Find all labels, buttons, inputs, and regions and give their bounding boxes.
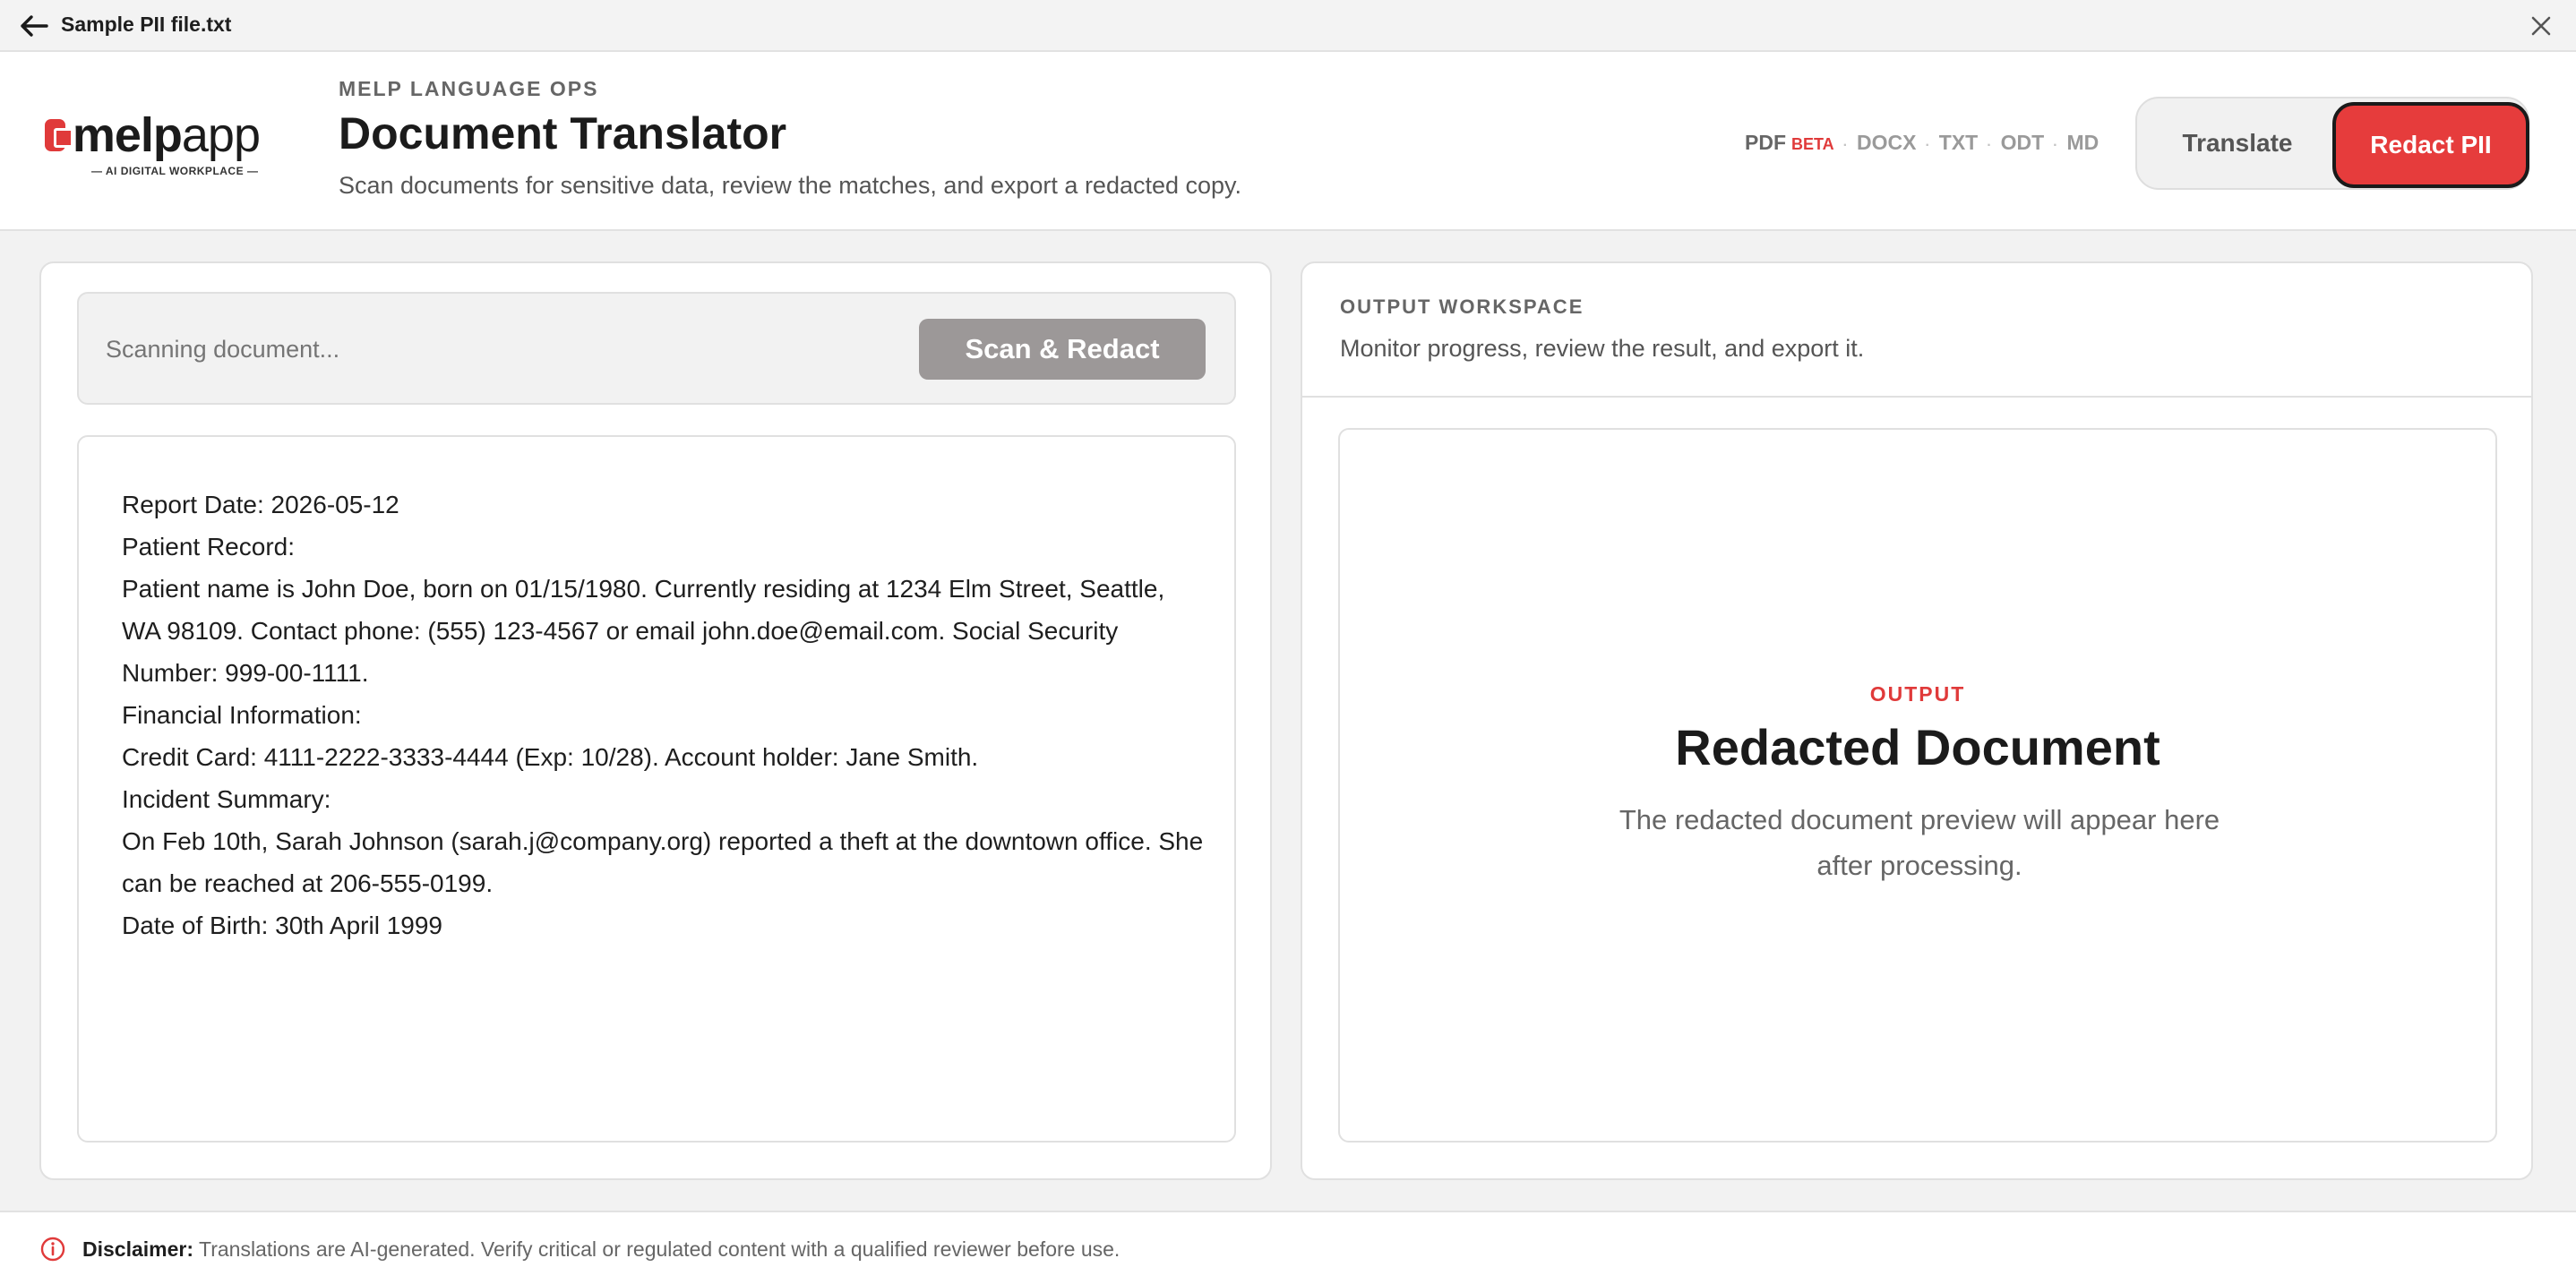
document-line: Credit Card: 4111-2222-3333-4444 (Exp: 1…: [122, 743, 979, 771]
page-subtitle: Scan documents for sensitive data, revie…: [339, 172, 1242, 199]
mode-switch: Translate Redact PII: [2135, 97, 2529, 190]
close-button[interactable]: [2526, 11, 2556, 41]
supported-formats: PDF BETA · DOCX · TXT · ODT · MD: [1745, 131, 2099, 155]
format-separator: ·: [2053, 138, 2058, 153]
logo-tagline: — AI DIGITAL WORKPLACE —: [91, 165, 259, 177]
document-line: Date of Birth: 30th April 1999: [122, 912, 442, 939]
app-header: melpapp — AI DIGITAL WORKPLACE — MELP LA…: [0, 52, 2576, 231]
scan-redact-button[interactable]: Scan & Redact: [919, 319, 1206, 380]
disclaimer-text: Disclaimer: Translations are AI-generate…: [82, 1237, 1120, 1262]
format-separator: ·: [1925, 138, 1930, 153]
logo-mark-icon: [45, 119, 73, 151]
document-line: Financial Information:: [122, 701, 362, 729]
output-preview: OUTPUT Redacted Document The redacted do…: [1338, 428, 2497, 1143]
window-titlebar: Sample PII file.txt: [0, 0, 2576, 52]
back-button[interactable]: [16, 11, 52, 41]
info-circle-icon: [40, 1237, 65, 1262]
format-docx: DOCX: [1857, 131, 1917, 154]
format-separator: ·: [1842, 138, 1848, 153]
scan-status-input[interactable]: [106, 321, 912, 378]
output-description: The redacted document preview will appea…: [1619, 804, 2220, 881]
output-workspace-panel: OUTPUT WORKSPACE Monitor progress, revie…: [1301, 261, 2533, 1180]
workspace-eyebrow: OUTPUT WORKSPACE: [1340, 295, 1584, 318]
format-pdf: PDF: [1745, 131, 1786, 154]
input-panel: Scan & Redact Report Date: 2026-05-12 Pa…: [39, 261, 1272, 1180]
translate-mode-button[interactable]: Translate: [2139, 100, 2336, 186]
document-line: Incident Summary:: [122, 785, 331, 813]
document-line: Report Date: 2026-05-12: [122, 491, 399, 518]
file-name: Sample PII file.txt: [61, 13, 232, 36]
document-line: Patient Record:: [122, 533, 295, 561]
close-icon: [2531, 16, 2551, 36]
header-eyebrow: MELP LANGUAGE OPS: [339, 77, 599, 100]
logo-text: melpapp: [72, 108, 261, 162]
page-title: Document Translator: [339, 108, 787, 158]
redact-pii-mode-button[interactable]: Redact PII: [2332, 102, 2529, 188]
document-line: Patient name is John Doe, born on 01/15/…: [122, 575, 1165, 687]
format-md: MD: [2066, 131, 2099, 154]
document-text-area[interactable]: Report Date: 2026-05-12 Patient Record: …: [77, 435, 1236, 1143]
output-title: Redacted Document: [1675, 719, 2160, 775]
workspace-header: OUTPUT WORKSPACE Monitor progress, revie…: [1302, 263, 2531, 398]
output-eyebrow: OUTPUT: [1869, 682, 1966, 706]
disclaimer-label: Disclaimer:: [82, 1237, 194, 1261]
format-separator: ·: [1987, 138, 1992, 153]
format-odt: ODT: [2000, 131, 2045, 154]
document-line: On Feb 10th, Sarah Johnson (sarah.j@comp…: [122, 827, 1204, 897]
melp-logo: melpapp — AI DIGITAL WORKPLACE —: [45, 108, 261, 183]
arrow-left-icon: [21, 15, 48, 37]
workspace-description: Monitor progress, review the result, and…: [1340, 335, 1865, 362]
document-content: Report Date: 2026-05-12 Patient Record: …: [122, 484, 1206, 946]
format-txt: TXT: [1938, 131, 1979, 154]
disclaimer-footer: Disclaimer: Translations are AI-generate…: [0, 1211, 2576, 1284]
disclaimer-body: Translations are AI-generated. Verify cr…: [199, 1237, 1121, 1261]
scan-bar: Scan & Redact: [77, 292, 1236, 405]
beta-badge: BETA: [1791, 135, 1834, 153]
